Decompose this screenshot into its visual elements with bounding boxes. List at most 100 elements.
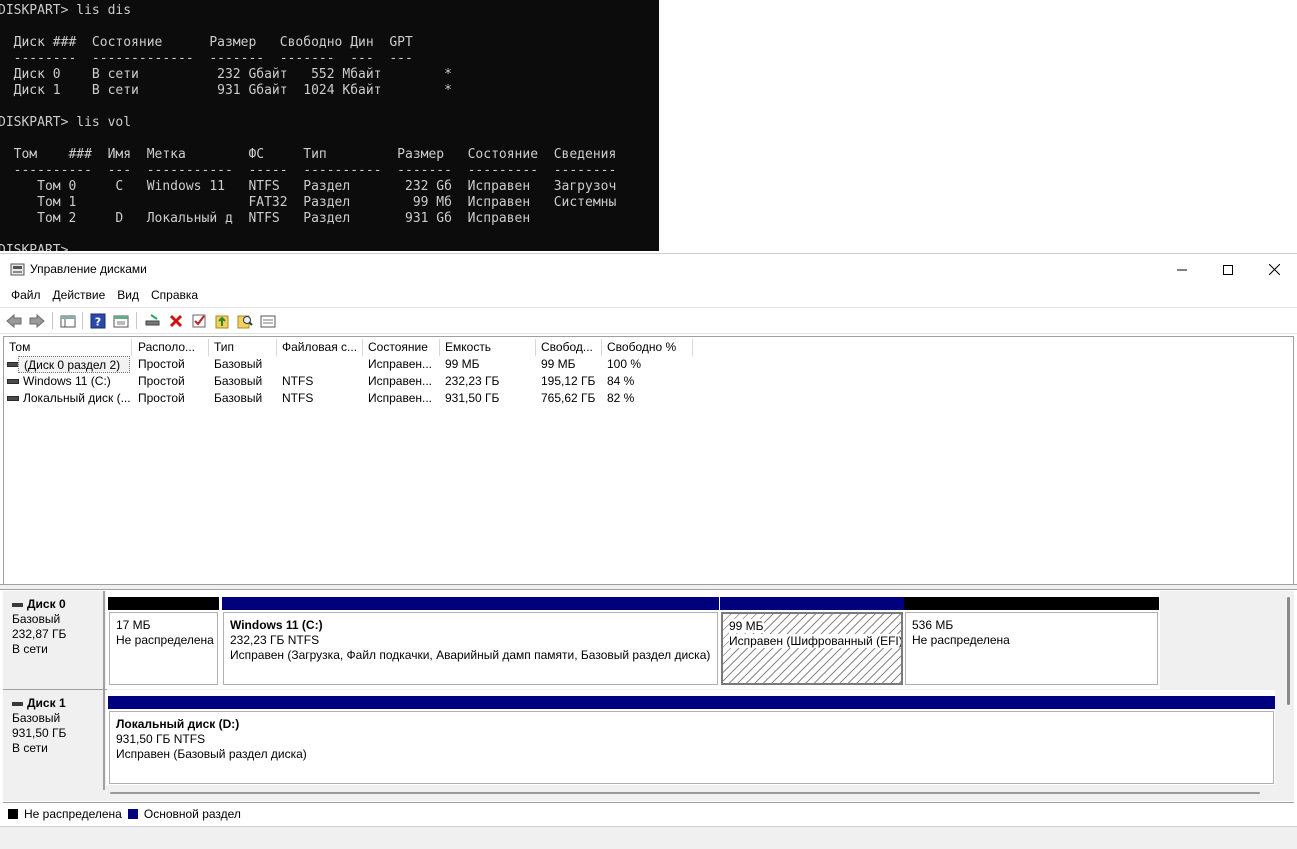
volume-name: (Диск 0 раздел 2): [18, 356, 130, 373]
partition-unallocated-17mb[interactable]: 17 МБ Не распределена: [108, 597, 219, 687]
search-disk-icon: [237, 315, 253, 328]
disk-icon: [12, 602, 23, 607]
disk-list-button[interactable]: [259, 312, 277, 329]
partition-local-d[interactable]: Локальный диск (D:) 931,50 ГБ NTFS Исправе…: [108, 696, 1275, 786]
disk-0-label[interactable]: Диск 0 Базовый 232,87 ГБ В сети: [4, 591, 105, 689]
volume-capacity: 931,50 ГБ: [445, 391, 500, 405]
legend: Не распределена Основной раздел: [3, 802, 1294, 824]
volume-type: Базовый: [214, 391, 263, 405]
partition-status: Исправен (Базовый раздел диска): [116, 747, 307, 761]
toolbar-separator: [52, 312, 53, 329]
disk-name: Диск 0: [12, 597, 103, 612]
legend-label: Основной раздел: [143, 806, 241, 821]
cmd-console[interactable]: DISKPART> lis dis Диск ### Состояние Раз…: [0, 0, 659, 251]
column-header-capacity[interactable]: Емкость: [440, 339, 536, 356]
menu-bar: Файл Действие Вид Справка: [0, 285, 204, 305]
menu-help[interactable]: Справка: [145, 285, 204, 305]
import-button[interactable]: [213, 312, 231, 329]
check-button[interactable]: [190, 312, 208, 329]
partition-windows-c[interactable]: Windows 11 (C:) 232,23 ГБ NTFS Исправен (З…: [222, 597, 719, 687]
disk-management-app-icon: [10, 263, 25, 276]
volume-layout: Простой: [138, 391, 185, 405]
scrollbar-thumb[interactable]: [1287, 597, 1290, 705]
volume-capacity: 99 МБ: [445, 357, 480, 371]
disk-graphical-view: Диск 0 Базовый 232,87 ГБ В сети 17 МБ Не …: [3, 591, 1294, 801]
connect-disk-button[interactable]: [144, 312, 162, 329]
partition-size: 536 МБ: [912, 618, 954, 632]
volume-row[interactable]: (Диск 0 раздел 2) Простой Базовый Исправ…: [4, 356, 1293, 373]
disk-kind: Базовый: [12, 612, 61, 626]
console-tree-button[interactable]: [59, 312, 77, 329]
back-button[interactable]: [5, 312, 23, 329]
disk-icon: [12, 701, 23, 706]
column-header-filesystem[interactable]: Файловая с...: [277, 339, 363, 356]
volume-status: Исправен...: [368, 374, 433, 388]
forward-button[interactable]: [28, 312, 46, 329]
check-icon: [192, 314, 206, 327]
disk-state: В сети: [12, 741, 48, 755]
volume-list[interactable]: Том Располо... Тип Файловая с... Состоян…: [3, 336, 1294, 584]
help-button[interactable]: ?: [89, 312, 107, 329]
console-tree-icon: [60, 315, 76, 327]
partition-size: 931,50 ГБ NTFS: [116, 732, 206, 746]
disk-1-partitions: Локальный диск (D:) 931,50 ГБ NTFS Исправе…: [106, 690, 1275, 785]
forward-icon: [29, 313, 45, 328]
properties-button[interactable]: [112, 312, 130, 329]
toolbar: ?: [0, 307, 1297, 334]
console-output: DISKPART> lis dis Диск ### Состояние Раз…: [0, 3, 617, 251]
volume-free-percent: 100 %: [607, 357, 642, 371]
partition-bar: [108, 597, 219, 610]
disk-size: 232,87 ГБ: [12, 627, 67, 641]
partition-status: Исправен (Шифрованный (EFI): [729, 634, 903, 648]
column-header-free-percent[interactable]: Свободно %: [602, 339, 693, 356]
pane-splitter[interactable]: [0, 584, 1297, 590]
volume-row[interactable]: Локальный диск (... Простой Базовый NTFS…: [4, 390, 1293, 407]
volume-status: Исправен...: [368, 357, 433, 371]
volume-filesystem: [277, 356, 363, 373]
volume-type: Базовый: [214, 374, 263, 388]
volume-row[interactable]: Windows 11 (C:) Простой Базовый NTFS Исп…: [4, 373, 1293, 390]
graph-vertical-scrollbar[interactable]: [1285, 591, 1293, 791]
volume-list-header: Том Располо... Тип Файловая с... Состоян…: [4, 339, 1293, 356]
import-icon: [215, 315, 229, 328]
minimize-icon: [1177, 269, 1187, 270]
minimize-button[interactable]: [1159, 254, 1205, 285]
disk-size: 931,50 ГБ: [12, 726, 67, 740]
legend-item: Основной раздел: [127, 806, 241, 821]
disk-name: Диск 1: [12, 696, 103, 711]
menu-file[interactable]: Файл: [0, 285, 47, 305]
partition-status: Исправен (Загрузка, Файл подкачки, Авари…: [230, 648, 711, 662]
partition-bar: [904, 597, 1159, 610]
graph-horizontal-scrollbar[interactable]: [106, 790, 1286, 796]
volume-layout: Простой: [138, 374, 185, 388]
disk-state: В сети: [12, 642, 48, 656]
delete-icon: [169, 314, 183, 327]
partition-efi[interactable]: 99 МБ Исправен (Шифрованный (EFI): [720, 597, 904, 687]
title-bar[interactable]: Управление дисками: [0, 254, 1297, 285]
scrollbar-thumb[interactable]: [110, 792, 1260, 794]
disk-1-label[interactable]: Диск 1 Базовый 931,50 ГБ В сети: [4, 690, 105, 790]
column-header-status[interactable]: Состояние: [363, 339, 440, 356]
partition-unallocated-536mb[interactable]: 536 МБ Не распределена: [904, 597, 1159, 687]
partition-title: Локальный диск (D:): [116, 717, 240, 731]
column-header-free[interactable]: Свобод...: [536, 339, 602, 356]
close-button[interactable]: [1251, 254, 1297, 285]
column-header-type[interactable]: Тип: [209, 339, 277, 356]
disk-management-window: Управление дисками Файл Действие Вид Спр…: [0, 253, 1297, 849]
volume-free-percent: 82 %: [607, 391, 635, 405]
volume-filesystem: NTFS: [282, 374, 314, 388]
column-header-volume[interactable]: Том: [4, 339, 132, 356]
partition-bar: [108, 696, 1275, 709]
column-header-layout[interactable]: Располо...: [133, 339, 209, 356]
volume-free-percent: 84 %: [607, 374, 635, 388]
volume-name: Локальный диск (...: [23, 391, 131, 405]
legend-item: Не распределена: [8, 807, 122, 821]
search-disk-button[interactable]: [236, 312, 254, 329]
menu-action[interactable]: Действие: [47, 285, 112, 305]
disk-kind: Базовый: [12, 711, 61, 725]
legend-swatch-primary: [127, 808, 138, 819]
menu-view[interactable]: Вид: [111, 285, 145, 305]
delete-button[interactable]: [167, 312, 185, 329]
maximize-button[interactable]: [1205, 254, 1251, 285]
help-icon: ?: [90, 313, 106, 328]
